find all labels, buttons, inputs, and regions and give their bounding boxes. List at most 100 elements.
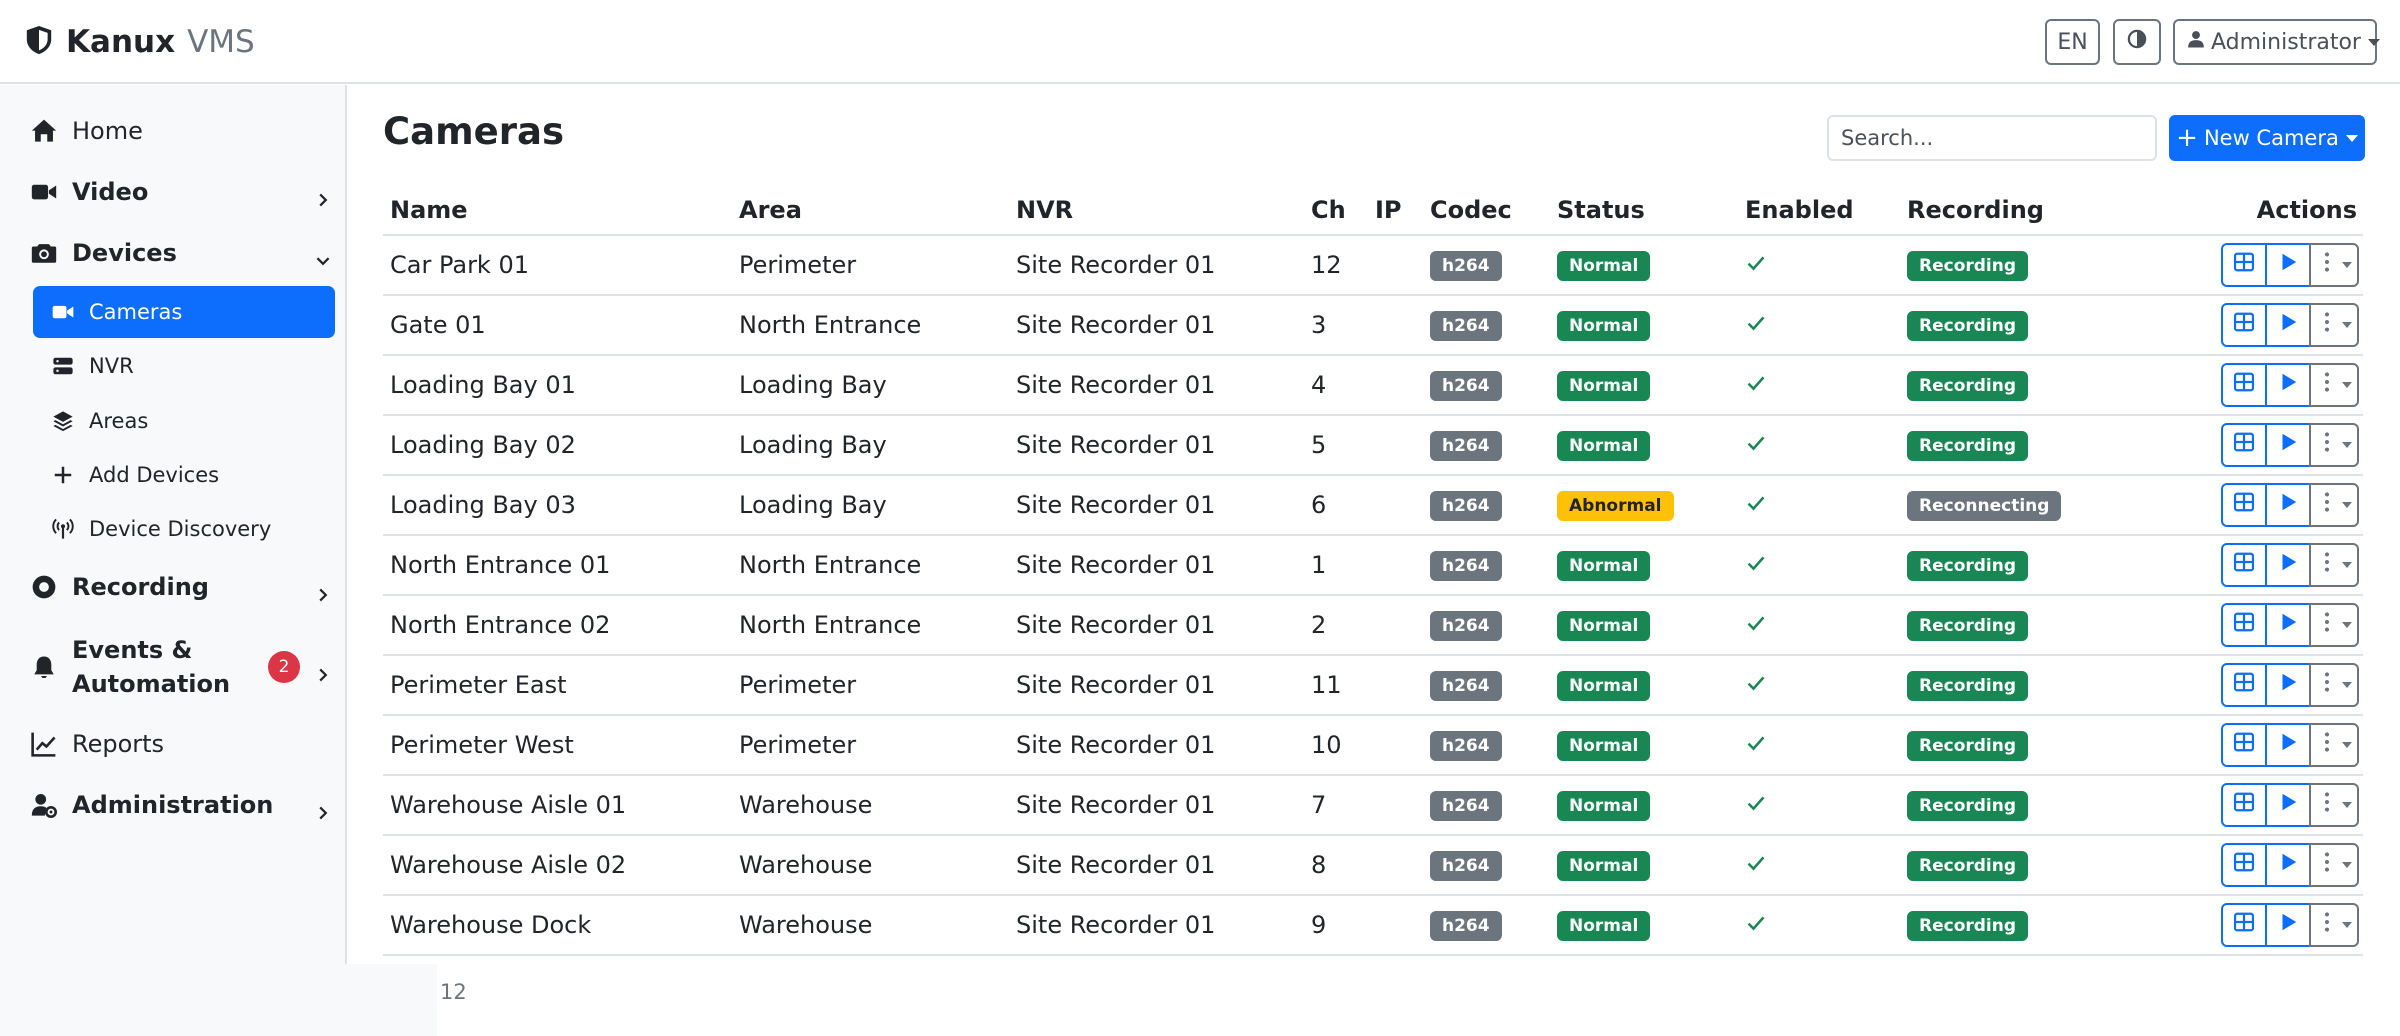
more-actions-button[interactable]: [2309, 303, 2359, 347]
more-actions-button[interactable]: [2309, 543, 2359, 587]
cell-name[interactable]: Loading Bay 01: [383, 355, 732, 416]
play-live-button[interactable]: [2265, 483, 2311, 527]
view-grid-button[interactable]: [2221, 543, 2267, 587]
cell-name[interactable]: North Entrance 01: [383, 535, 732, 596]
view-grid-button[interactable]: [2221, 423, 2267, 467]
sidebar-item-label: Video: [72, 178, 149, 206]
cell-codec: h264: [1423, 475, 1550, 536]
sidebar-item-video[interactable]: Video: [30, 170, 330, 214]
play-live-button[interactable]: [2265, 783, 2311, 827]
table-row[interactable]: Warehouse Aisle 01 Warehouse Site Recorder…: [383, 775, 2363, 836]
play-live-button[interactable]: [2265, 243, 2311, 287]
sidebar-item-recording[interactable]: Recording: [30, 565, 330, 609]
user-menu-button[interactable]: Administrator: [2173, 19, 2380, 65]
play-live-button[interactable]: [2265, 543, 2311, 587]
table-row[interactable]: Warehouse Dock Warehouse Site Recorder 01 9…: [383, 895, 2363, 956]
more-actions-button[interactable]: [2309, 903, 2359, 947]
column-header-ch[interactable]: Ch: [1304, 185, 1368, 236]
sidebar-item-label: Cameras: [89, 300, 183, 324]
view-grid-button[interactable]: [2221, 723, 2267, 767]
view-grid-button[interactable]: [2221, 903, 2267, 947]
sidebar-item-home[interactable]: Home: [30, 109, 330, 153]
more-actions-button[interactable]: [2309, 723, 2359, 767]
sidebar-item-devices[interactable]: Devices: [30, 231, 330, 275]
cell-name[interactable]: Gate 01: [383, 295, 732, 356]
column-header-name[interactable]: Name: [383, 185, 732, 236]
cell-name[interactable]: Loading Bay 02: [383, 415, 732, 476]
sidebar-item-nvr[interactable]: NVR: [33, 340, 335, 392]
more-actions-button[interactable]: [2309, 243, 2359, 287]
view-grid-button[interactable]: [2221, 843, 2267, 887]
sidebar-item-reports[interactable]: Reports: [30, 722, 330, 766]
cell-ch: 6: [1304, 475, 1368, 536]
sidebar-item-administration[interactable]: Administration: [30, 783, 330, 827]
play-live-button[interactable]: [2265, 723, 2311, 767]
sidebar-item-cameras[interactable]: Cameras: [33, 286, 335, 338]
table-row[interactable]: Warehouse Aisle 02 Warehouse Site Recorder…: [383, 835, 2363, 896]
more-actions-button[interactable]: [2309, 663, 2359, 707]
view-grid-button[interactable]: [2221, 783, 2267, 827]
view-grid-button[interactable]: [2221, 663, 2267, 707]
cell-name[interactable]: Perimeter West: [383, 715, 732, 776]
more-actions-button[interactable]: [2309, 603, 2359, 647]
column-header-area[interactable]: Area: [732, 185, 1009, 236]
play-live-button[interactable]: [2265, 663, 2311, 707]
column-header-codec[interactable]: Codec: [1423, 185, 1550, 236]
view-grid-button[interactable]: [2221, 303, 2267, 347]
view-grid-button[interactable]: [2221, 483, 2267, 527]
table-row[interactable]: Loading Bay 01 Loading Bay Site Recorder 0…: [383, 355, 2363, 416]
cell-ip: [1368, 715, 1423, 776]
play-icon: [2277, 371, 2299, 399]
cell-name[interactable]: Car Park 01: [383, 235, 732, 296]
more-actions-button[interactable]: [2309, 423, 2359, 467]
cell-name[interactable]: Perimeter East: [383, 655, 732, 716]
play-live-button[interactable]: [2265, 423, 2311, 467]
play-live-button[interactable]: [2265, 903, 2311, 947]
table-row[interactable]: North Entrance 02 North Entrance Site Reco…: [383, 595, 2363, 656]
search-input[interactable]: [1827, 115, 2157, 161]
brand[interactable]: Kanux VMS: [24, 20, 255, 64]
view-grid-button[interactable]: [2221, 243, 2267, 287]
sidebar-item-add-devices[interactable]: Add Devices: [33, 449, 335, 501]
sidebar-item-areas[interactable]: Areas: [33, 395, 335, 447]
cell-nvr: Site Recorder 01: [1009, 475, 1304, 536]
new-camera-button[interactable]: + New Camera: [2169, 115, 2365, 161]
more-actions-button[interactable]: [2309, 483, 2359, 527]
cell-actions: [2204, 415, 2363, 476]
sidebar-item-device-discovery[interactable]: Device Discovery: [33, 503, 335, 555]
status-badge: Normal: [1557, 431, 1651, 461]
table-row[interactable]: Perimeter East Perimeter Site Recorder 01 1…: [383, 655, 2363, 716]
table-row[interactable]: Car Park 01 Perimeter Site Recorder 01 12 h2…: [383, 235, 2363, 296]
cell-name[interactable]: Warehouse Aisle 02: [383, 835, 732, 896]
column-header-nvr[interactable]: NVR: [1009, 185, 1304, 236]
more-actions-button[interactable]: [2309, 363, 2359, 407]
sidebar-item-events-automation[interactable]: Events & Automation 2: [30, 628, 330, 706]
more-actions-button[interactable]: [2309, 843, 2359, 887]
check-icon: [1745, 851, 1767, 879]
view-grid-button[interactable]: [2221, 363, 2267, 407]
play-live-button[interactable]: [2265, 303, 2311, 347]
column-header-enabled[interactable]: Enabled: [1738, 185, 1900, 236]
table-row[interactable]: Loading Bay 03 Loading Bay Site Recorder 0…: [383, 475, 2363, 536]
play-live-button[interactable]: [2265, 843, 2311, 887]
column-header-recording[interactable]: Recording: [1900, 185, 2204, 236]
view-grid-button[interactable]: [2221, 603, 2267, 647]
table-row[interactable]: Loading Bay 02 Loading Bay Site Recorder 0…: [383, 415, 2363, 476]
play-live-button[interactable]: [2265, 603, 2311, 647]
theme-toggle-button[interactable]: [2113, 19, 2161, 65]
table-row[interactable]: Perimeter West Perimeter Site Recorder 01 1…: [383, 715, 2363, 776]
column-header-ip[interactable]: IP: [1368, 185, 1423, 236]
language-button[interactable]: EN: [2045, 19, 2100, 65]
table-row[interactable]: Gate 01 North Entrance Site Recorder 01 3 h2…: [383, 295, 2363, 356]
cell-name[interactable]: Warehouse Dock: [383, 895, 732, 956]
cell-name[interactable]: Warehouse Aisle 01: [383, 775, 732, 836]
codec-badge: h264: [1430, 731, 1502, 761]
cell-name[interactable]: North Entrance 02: [383, 595, 732, 656]
status-badge: Normal: [1557, 251, 1651, 281]
play-live-button[interactable]: [2265, 363, 2311, 407]
column-header-status[interactable]: Status: [1550, 185, 1738, 236]
table-row[interactable]: North Entrance 01 North Entrance Site Reco…: [383, 535, 2363, 596]
cell-name[interactable]: Loading Bay 03: [383, 475, 732, 536]
more-actions-button[interactable]: [2309, 783, 2359, 827]
cell-codec: h264: [1423, 235, 1550, 296]
